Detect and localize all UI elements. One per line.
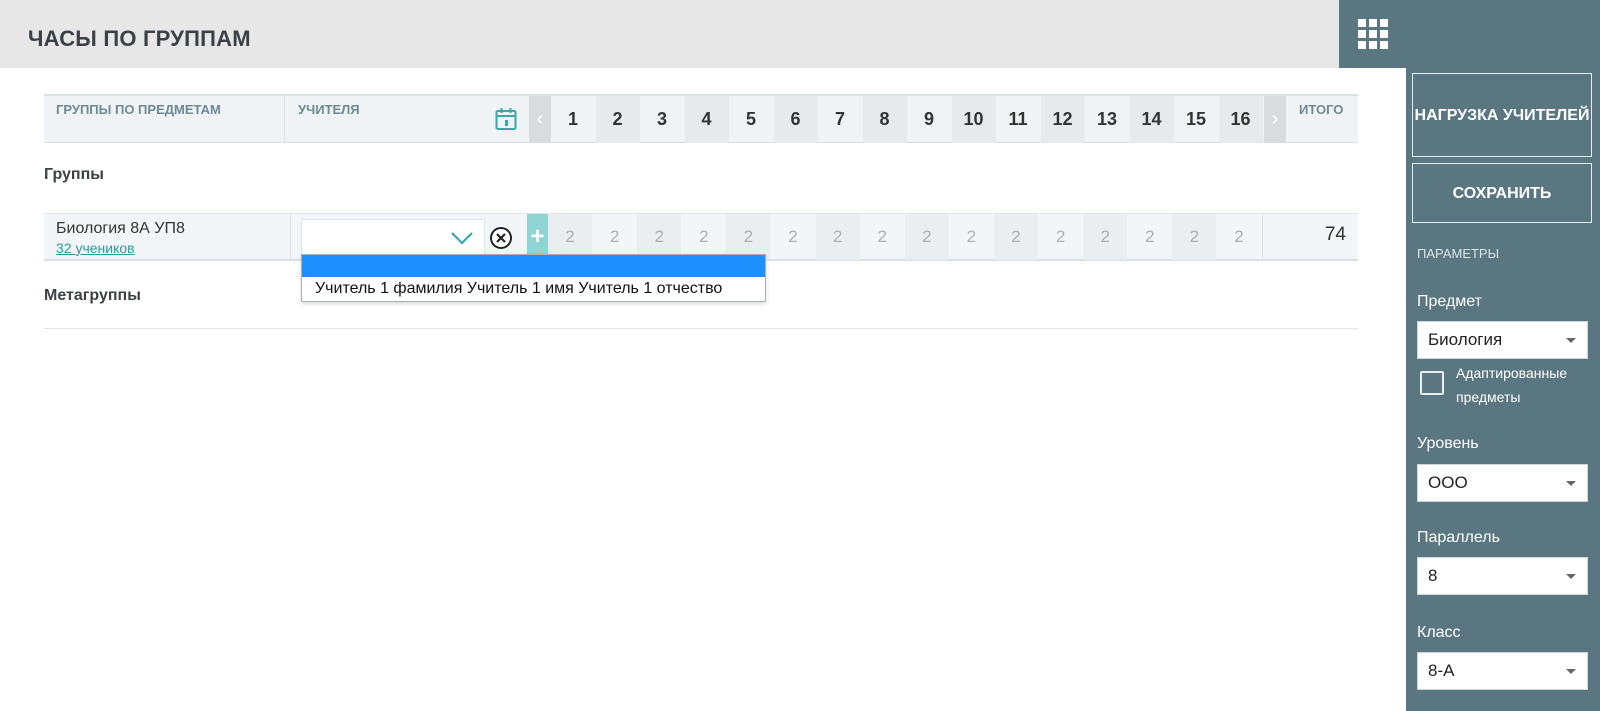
section-groups-label: Группы xyxy=(44,166,104,183)
week-number-cell: 7 xyxy=(834,109,845,129)
column-divider xyxy=(290,214,291,260)
adapted-subjects-checkbox[interactable] xyxy=(1420,371,1444,395)
week-number-cell: 3 xyxy=(656,109,667,129)
week-number-cell: 9 xyxy=(923,109,934,129)
week-number-cell: 16 xyxy=(1218,96,1263,143)
parameters-sidebar: НАГРУЗКА УЧИТЕЛЕЙ СОХРАНИТЬ ПАРАМЕТРЫ Пр… xyxy=(1406,0,1600,711)
hour-cell[interactable]: 2 xyxy=(1172,214,1217,260)
hour-cell[interactable]: 2 xyxy=(860,214,904,260)
grid-icon xyxy=(1357,19,1388,49)
hour-cell[interactable]: 2 xyxy=(1217,214,1261,260)
week-number-cell: 15 xyxy=(1185,109,1207,129)
page-title: ЧАСЫ ПО ГРУППАМ xyxy=(28,26,251,51)
hour-cell[interactable]: 2 xyxy=(994,214,1038,260)
week-number-cell: 8 xyxy=(862,96,907,143)
caret-down-icon xyxy=(1566,574,1576,579)
teacher-load-button[interactable]: НАГРУЗКА УЧИТЕЛЕЙ xyxy=(1412,73,1592,157)
week-number-cell: 2 xyxy=(595,96,640,143)
column-header-total: ИТОГО xyxy=(1299,102,1344,117)
subject-select-value: Биология xyxy=(1428,330,1503,349)
column-divider xyxy=(1262,214,1263,260)
hour-cell[interactable]: 2 xyxy=(949,214,993,260)
week-number-cell: 13 xyxy=(1096,109,1118,129)
divider xyxy=(44,328,1358,329)
row-total: 74 xyxy=(1324,224,1346,245)
teacher-select[interactable] xyxy=(301,219,485,257)
teacher-dropdown-list: Учитель 1 фамилия Учитель 1 имя Учитель … xyxy=(301,254,766,302)
caret-down-icon xyxy=(1566,338,1576,343)
hour-cell[interactable]: 2 xyxy=(771,214,815,260)
parameters-title: ПАРАМЕТРЫ xyxy=(1417,246,1500,261)
level-select[interactable]: ООО xyxy=(1417,464,1588,502)
chevron-down-icon xyxy=(451,232,473,245)
calendar-icon[interactable] xyxy=(495,107,517,131)
column-divider xyxy=(284,96,285,143)
table-header: ГРУППЫ ПО ПРЕДМЕТАМ УЧИТЕЛЯ ‹ 1234567891… xyxy=(44,94,1358,143)
level-select-value: ООО xyxy=(1428,473,1468,492)
week-number-cell: 12 xyxy=(1040,96,1085,143)
week-number-cell: 11 xyxy=(1008,109,1028,129)
group-name: Биология 8А УП8 xyxy=(56,220,185,237)
apps-menu-button[interactable] xyxy=(1339,0,1406,68)
level-label: Уровень xyxy=(1417,435,1479,452)
hour-cell[interactable]: 2 xyxy=(1128,214,1172,260)
hour-cell[interactable]: 2 xyxy=(815,214,860,260)
weeks-prev-button[interactable]: ‹ xyxy=(529,96,551,143)
parallel-select[interactable]: 8 xyxy=(1417,557,1588,595)
column-header-groups: ГРУППЫ ПО ПРЕДМЕТАМ xyxy=(56,102,221,117)
subject-label: Предмет xyxy=(1417,293,1482,310)
hour-cell[interactable]: 2 xyxy=(1083,214,1128,260)
adapted-subjects-label: Адаптированные предметы xyxy=(1456,365,1568,405)
group-students-link[interactable]: 32 учеников xyxy=(56,240,135,256)
subject-select[interactable]: Биология xyxy=(1417,321,1588,359)
clear-icon[interactable] xyxy=(489,226,513,250)
caret-down-icon xyxy=(1566,481,1576,486)
caret-down-icon xyxy=(1566,669,1576,674)
week-number-cell: 6 xyxy=(773,96,818,143)
week-number-cell: 10 xyxy=(951,96,996,143)
class-select-value: 8-А xyxy=(1428,661,1455,680)
week-number-cell: 1 xyxy=(567,109,578,129)
class-select[interactable]: 8-А xyxy=(1417,652,1588,690)
column-header-teachers: УЧИТЕЛЯ xyxy=(298,102,360,117)
section-metagroups-label: Метагруппы xyxy=(44,287,141,304)
parallel-select-value: 8 xyxy=(1428,566,1438,585)
dropdown-option-empty[interactable] xyxy=(302,255,765,277)
hour-cell[interactable]: 2 xyxy=(1039,214,1083,260)
dropdown-option-teacher[interactable]: Учитель 1 фамилия Учитель 1 имя Учитель … xyxy=(302,277,765,301)
weeks-next-button[interactable]: › xyxy=(1264,96,1286,143)
week-number-cell: 4 xyxy=(684,96,729,143)
class-label: Класс xyxy=(1417,624,1461,641)
save-button[interactable]: СОХРАНИТЬ xyxy=(1412,163,1592,223)
week-number-cell: 14 xyxy=(1129,96,1174,143)
hour-cell[interactable]: 2 xyxy=(904,214,949,260)
page-header: ЧАСЫ ПО ГРУППАМ xyxy=(0,0,1406,68)
week-number-cell: 5 xyxy=(745,109,756,129)
parallel-label: Параллель xyxy=(1417,529,1500,546)
